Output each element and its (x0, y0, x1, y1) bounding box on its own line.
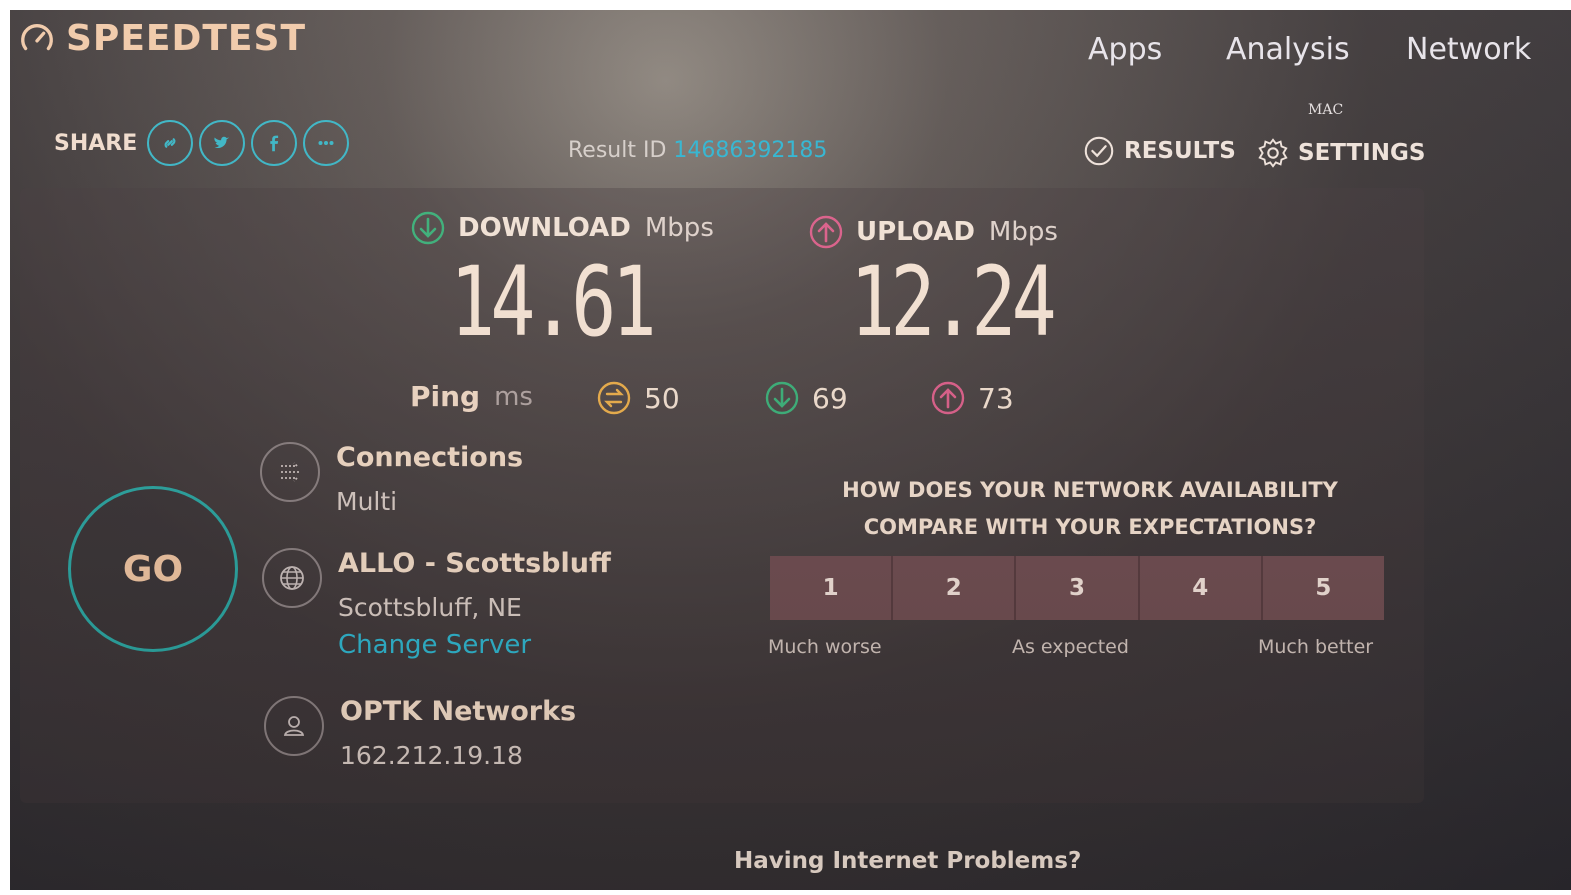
download-unit: Mbps (644, 213, 714, 243)
share-more-button[interactable] (303, 120, 350, 166)
rating-option-5[interactable]: 5 (1262, 556, 1385, 620)
ping-upload: 73 (930, 380, 1014, 416)
result-id-link[interactable]: 14686392185 (673, 138, 827, 163)
share-label: SHARE (54, 130, 138, 156)
rating-option-2[interactable]: 2 (893, 556, 1017, 620)
user-icon (283, 716, 305, 736)
result-id: Result ID 14686392185 (568, 138, 827, 163)
server-location: Scottsbluff, NE (338, 593, 522, 622)
isp-title: OPTK Networks (340, 696, 577, 727)
mac-label: MAC (1308, 102, 1344, 118)
globe-icon-wrap (262, 548, 322, 608)
upload-unit: Mbps (988, 217, 1058, 247)
speedtest-logo[interactable]: SPEEDTEST (18, 18, 306, 59)
ping-row: Ping ms 50 69 73 (410, 380, 1014, 415)
ping-label: Ping (410, 380, 481, 413)
rating-option-1[interactable]: 1 (770, 556, 894, 620)
isp-ip: 162.212.19.18 (340, 741, 523, 770)
settings-label: SETTINGS (1298, 140, 1426, 166)
idle-latency-icon (597, 381, 631, 415)
download-value: 14.61 (450, 246, 657, 358)
download-metric: DOWNLOAD Mbps 14.61 (410, 210, 714, 350)
connections-info: Connections Multi (260, 442, 523, 516)
connections-icon (281, 462, 300, 482)
nav-network[interactable]: Network (1406, 32, 1531, 67)
share-twitter-button[interactable] (199, 120, 246, 166)
upload-value: 12.24 (850, 246, 1057, 358)
ping-download-value: 69 (812, 381, 848, 415)
result-id-label: Result ID (568, 138, 667, 163)
rating-option-4[interactable]: 4 (1139, 556, 1263, 620)
user-icon-wrap (264, 696, 324, 756)
rating-option-3[interactable]: 3 (1016, 556, 1140, 620)
connections-title: Connections (336, 442, 524, 473)
change-server-link[interactable]: Change Server (338, 630, 611, 660)
results-button[interactable]: RESULTS (1082, 134, 1236, 168)
settings-button[interactable]: SETTINGS (1256, 136, 1425, 170)
facebook-icon (270, 135, 279, 152)
download-arrow-icon (411, 211, 445, 245)
share-facebook-button[interactable] (251, 120, 298, 166)
check-circle-icon (1084, 136, 1114, 166)
ping-unit: ms (494, 381, 533, 412)
survey-question: HOW DOES YOUR NETWORK AVAILABILITY COMPA… (810, 472, 1370, 546)
server-info: ALLO - Scottsbluff Scottsbluff, NE Chang… (262, 548, 611, 660)
survey-question-line1: HOW DOES YOUR NETWORK AVAILABILITY (842, 478, 1338, 502)
upload-arrow-icon (809, 215, 843, 249)
globe-icon (280, 566, 304, 590)
logo-text: SPEEDTEST (66, 18, 307, 59)
link-icon (164, 138, 176, 148)
twitter-icon (214, 136, 230, 149)
ping-idle: 50 (596, 380, 680, 416)
gear-icon (1258, 138, 1288, 168)
rating-caption-better: Much better (1258, 636, 1374, 658)
rating-caption-expected: As expected (1012, 636, 1129, 658)
rating-caption-worse: Much worse (768, 636, 882, 658)
connections-value: Multi (336, 487, 398, 516)
isp-info: OPTK Networks 162.212.19.18 (264, 696, 576, 770)
ping-idle-value: 50 (644, 381, 680, 415)
internet-problems-link[interactable]: Having Internet Problems? (734, 848, 1081, 874)
go-button[interactable]: GO (68, 486, 238, 652)
server-title: ALLO - Scottsbluff (338, 548, 611, 579)
connections-icon-wrap (260, 442, 320, 502)
upload-latency-icon (931, 381, 965, 415)
speedtest-screen: SPEEDTEST Apps Analysis Network MAC SHAR… (10, 10, 1571, 890)
download-label: DOWNLOAD (458, 213, 631, 243)
results-label: RESULTS (1124, 138, 1236, 164)
upload-metric: UPLOAD Mbps 12.24 (808, 214, 1109, 350)
download-latency-icon (765, 381, 799, 415)
nav-analysis[interactable]: Analysis (1226, 32, 1350, 67)
ping-download: 69 (764, 380, 848, 416)
rating-scale: 1 2 3 4 5 (770, 556, 1385, 620)
more-icon (318, 140, 334, 146)
share-bar: SHARE (54, 120, 350, 166)
ping-upload-value: 73 (978, 381, 1014, 415)
share-link-button[interactable] (147, 120, 194, 166)
speedometer-icon (21, 23, 53, 50)
nav-apps[interactable]: Apps (1088, 32, 1162, 67)
survey-question-line2: COMPARE WITH YOUR EXPECTATIONS? (863, 515, 1317, 539)
upload-label: UPLOAD (856, 217, 975, 247)
